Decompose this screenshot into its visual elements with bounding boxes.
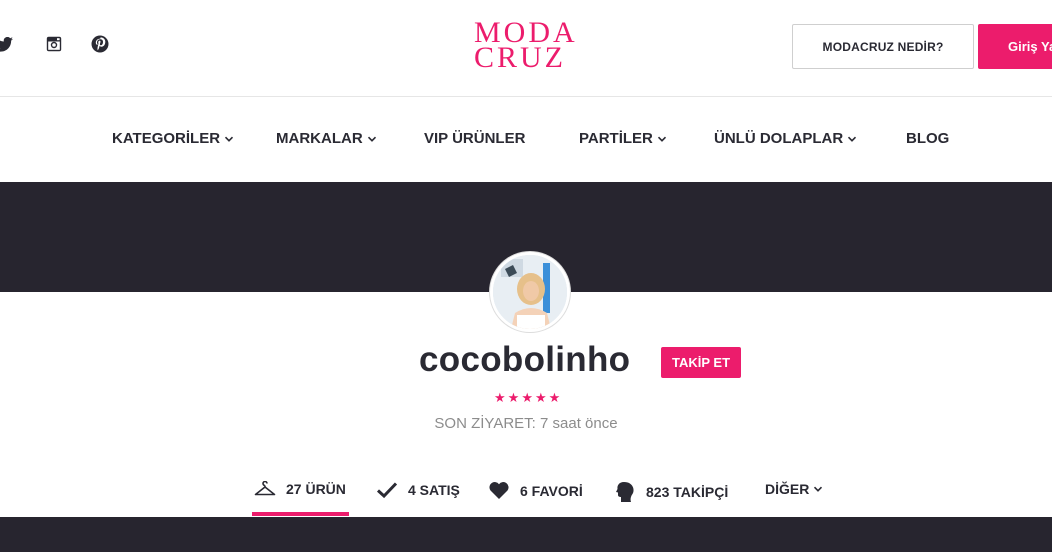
nav-item-label: MARKALAR xyxy=(276,130,363,147)
main-nav: KATEGORİLER MARKALAR VIP ÜRÜNLER PARTİLE… xyxy=(0,97,1052,182)
chevron-down-icon xyxy=(848,136,857,142)
profile-username: cocobolinho xyxy=(419,340,631,379)
site-header: MODA CRUZ MODACRUZ NEDİR? Giriş Yap xyxy=(0,0,1052,97)
logo-line-2: CRUZ xyxy=(474,41,567,74)
nav-item-label: VIP ÜRÜNLER xyxy=(424,130,526,147)
tab-products[interactable]: 27 ÜRÜN xyxy=(254,481,346,497)
star-icon: ★ xyxy=(548,390,561,405)
heart-icon xyxy=(489,482,509,499)
star-icon: ★ xyxy=(521,390,533,405)
nav-item-label: PARTİLER xyxy=(579,130,653,147)
follow-button[interactable]: TAKİP ET xyxy=(661,347,741,378)
last-visit-label: SON ZİYARET: xyxy=(434,415,536,432)
nav-item-blog[interactable]: BLOG xyxy=(906,130,949,147)
nav-item-label: ÜNLÜ DOLAPLAR xyxy=(714,130,844,147)
nav-item-vip-products[interactable]: VIP ÜRÜNLER xyxy=(424,130,525,147)
what-is-modacruz-button[interactable]: MODACRUZ NEDİR? xyxy=(792,24,974,69)
content-section-dark xyxy=(0,517,1052,552)
nav-item-brands[interactable]: MARKALAR xyxy=(276,130,377,147)
modacruz-logo[interactable]: MODA CRUZ xyxy=(474,16,586,74)
chevron-down-icon xyxy=(657,136,666,142)
checkmark-icon xyxy=(376,482,398,499)
chevron-down-icon xyxy=(367,136,376,142)
silhouette-icon xyxy=(616,482,634,502)
active-tab-indicator xyxy=(252,512,349,516)
last-visit: SON ZİYARET: 7 saat önce xyxy=(0,415,1052,432)
rating-stars: ★ ★ ★ ★ ★ xyxy=(494,391,560,404)
star-icon: ★ xyxy=(494,390,506,405)
chevron-down-icon xyxy=(814,486,823,492)
instagram-icon[interactable] xyxy=(44,34,64,54)
tab-favorites[interactable]: 6 FAVORİ xyxy=(488,481,583,500)
tab-followers[interactable]: 823 TAKİPÇİ xyxy=(614,481,728,503)
avatar[interactable] xyxy=(490,252,570,332)
star-icon: ★ xyxy=(534,390,547,405)
star-icon: ★ xyxy=(507,390,520,405)
tab-label: 823 TAKİPÇİ xyxy=(646,484,729,500)
tab-other[interactable]: DİĞER xyxy=(765,481,823,497)
chevron-down-icon xyxy=(224,136,234,142)
nav-item-parties[interactable]: PARTİLER xyxy=(579,130,667,147)
nav-item-label: KATEGORİLER xyxy=(112,130,221,147)
login-button[interactable]: Giriş Yap xyxy=(978,24,1052,69)
last-visit-value: 7 saat önce xyxy=(540,415,618,432)
tab-sales[interactable]: 4 SATIŞ xyxy=(376,481,460,499)
nav-item-categories[interactable]: KATEGORİLER xyxy=(112,130,234,147)
profile-tabs: 27 ÜRÜN 4 SATIŞ 6 FAVORİ 823 TAKİPÇİ DİĞ… xyxy=(0,470,1052,517)
twitter-icon[interactable] xyxy=(0,34,14,54)
pinterest-icon[interactable] xyxy=(90,34,110,54)
nav-item-celebrity-closets[interactable]: ÜNLÜ DOLAPLAR xyxy=(714,130,857,147)
tab-label: 6 FAVORİ xyxy=(520,482,583,499)
tab-label: 4 SATIŞ xyxy=(408,482,460,498)
nav-item-label: BLOG xyxy=(906,130,950,147)
tab-label: 27 ÜRÜN xyxy=(286,481,346,497)
avatar-photo xyxy=(493,255,567,329)
hanger-icon xyxy=(254,481,276,496)
tab-label: DİĞER xyxy=(765,481,810,497)
